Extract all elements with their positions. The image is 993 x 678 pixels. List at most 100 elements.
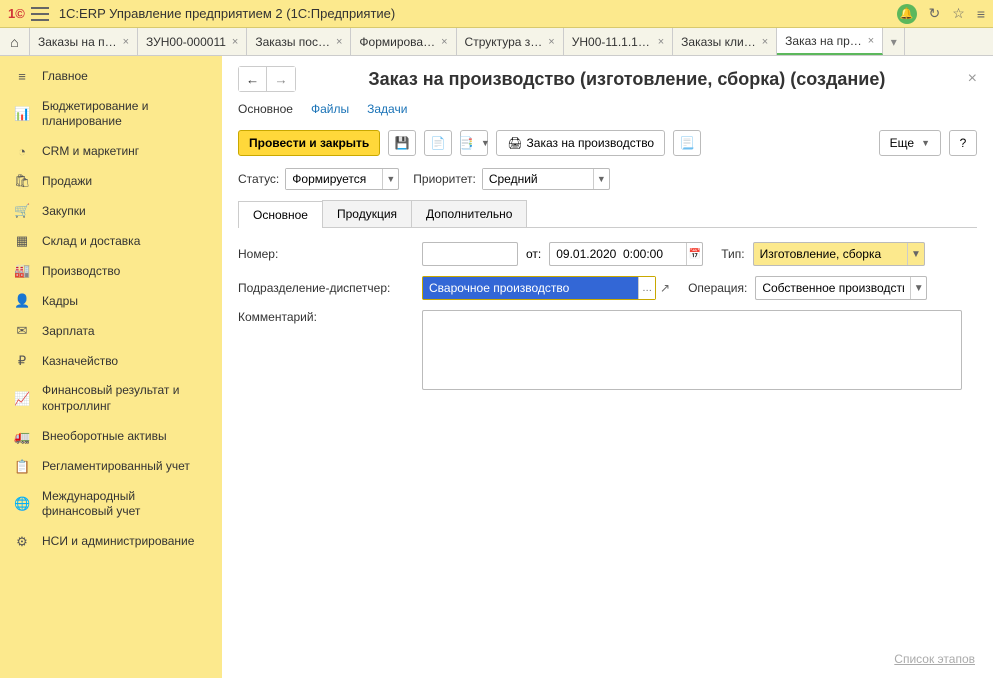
- calendar-icon[interactable]: 📅: [686, 243, 702, 265]
- number-label: Номер:: [238, 247, 422, 261]
- comment-textarea[interactable]: [422, 310, 962, 390]
- nav-arrows: ← →: [238, 66, 296, 92]
- treasury-icon: ₽: [14, 353, 30, 369]
- close-tab-icon[interactable]: ×: [441, 36, 447, 48]
- post-button[interactable]: 📄: [424, 130, 452, 156]
- operation-field[interactable]: ▼: [755, 276, 927, 300]
- purchases-icon: 🛒: [14, 203, 30, 219]
- settings-icon: ⚙: [14, 534, 30, 550]
- sidebar-item[interactable]: ▦Склад и доставка: [0, 226, 222, 256]
- unit-field[interactable]: …: [422, 276, 656, 300]
- home-tab[interactable]: ⌂: [0, 28, 30, 55]
- print-order-button[interactable]: 🖨 Заказ на производство: [496, 130, 665, 156]
- close-tab-icon[interactable]: ×: [658, 36, 664, 48]
- doc-tab-main[interactable]: Основное: [238, 201, 323, 228]
- nav-back-button[interactable]: ←: [239, 67, 267, 91]
- date-input[interactable]: [550, 243, 686, 265]
- status-input[interactable]: [286, 169, 382, 189]
- link-tasks[interactable]: Задачи: [367, 102, 407, 116]
- salary-icon: ✉: [14, 323, 30, 339]
- sidebar-item[interactable]: 📊Бюджетирование и планирование: [0, 92, 222, 137]
- chevron-down-icon[interactable]: ▼: [382, 169, 398, 189]
- tab[interactable]: ЗУН00-000011×: [138, 28, 247, 55]
- tab-active[interactable]: Заказ на пр…×: [777, 28, 883, 55]
- doc-tab-products[interactable]: Продукция: [322, 200, 412, 227]
- sidebar-item[interactable]: 👤Кадры: [0, 286, 222, 316]
- sidebar-item[interactable]: 🚛Внеоборотные активы: [0, 422, 222, 452]
- link-files[interactable]: Файлы: [311, 102, 349, 116]
- sidebar-item[interactable]: ₽Казначейство: [0, 346, 222, 376]
- sidebar-item[interactable]: 🌐Международный финансовый учет: [0, 482, 222, 527]
- type-input[interactable]: [754, 243, 908, 265]
- sidebar-item[interactable]: 🏭Производство: [0, 256, 222, 286]
- select-open-icon[interactable]: …: [638, 277, 655, 299]
- chevron-down-icon[interactable]: ▼: [910, 277, 926, 299]
- close-tab-icon[interactable]: ×: [548, 36, 554, 48]
- date-field[interactable]: 📅: [549, 242, 703, 266]
- more-button[interactable]: Еще▼: [879, 130, 941, 156]
- number-field[interactable]: [422, 242, 518, 266]
- crm-icon: ◔: [14, 144, 30, 159]
- chevron-down-icon[interactable]: ▼: [907, 243, 923, 265]
- page-links: Основное Файлы Задачи: [238, 102, 977, 116]
- save-button[interactable]: 💾: [388, 130, 416, 156]
- finance-icon: 📈: [14, 391, 30, 407]
- close-tab-icon[interactable]: ×: [336, 36, 342, 48]
- tab[interactable]: Заказы кли…×: [673, 28, 777, 55]
- sidebar-item[interactable]: 📋Регламентированный учет: [0, 452, 222, 482]
- create-by-button[interactable]: 📑▼: [460, 130, 488, 156]
- tab[interactable]: Структура з…×: [457, 28, 564, 55]
- tab[interactable]: Формирова…×: [351, 28, 456, 55]
- tab[interactable]: Заказы пос…×: [247, 28, 351, 55]
- status-select[interactable]: ▼: [285, 168, 399, 190]
- close-tab-icon[interactable]: ×: [123, 36, 129, 48]
- type-field[interactable]: ▼: [753, 242, 925, 266]
- sidebar-item[interactable]: 📈Финансовый результат и контроллинг: [0, 376, 222, 421]
- close-tab-icon[interactable]: ×: [868, 35, 874, 47]
- tab-dropdown[interactable]: ▾: [883, 28, 905, 55]
- unit-input[interactable]: [423, 277, 638, 299]
- create-copy-icon: 📑: [459, 136, 474, 150]
- type-label: Тип:: [721, 247, 744, 261]
- sidebar-item[interactable]: ✉Зарплата: [0, 316, 222, 346]
- page-title: Заказ на производство (изготовление, сбо…: [296, 69, 958, 90]
- options-icon[interactable]: ≡: [977, 6, 985, 22]
- nav-forward-button[interactable]: →: [267, 67, 295, 91]
- close-tab-icon[interactable]: ×: [232, 36, 238, 48]
- open-link-icon[interactable]: ↗: [660, 281, 670, 295]
- sidebar-item[interactable]: 🛍Продажи: [0, 166, 222, 196]
- link-main[interactable]: Основное: [238, 102, 293, 116]
- form-area: Номер: от: 📅 Тип: ▼ Подразделение-диспет…: [238, 228, 977, 414]
- production-icon: 🏭: [14, 263, 30, 279]
- history-icon[interactable]: ↻: [929, 5, 941, 22]
- sidebar-item[interactable]: ≡Главное: [0, 62, 222, 92]
- tab[interactable]: УН00-11.1.1,…×: [564, 28, 673, 55]
- hr-icon: 👤: [14, 293, 30, 309]
- stages-list-link[interactable]: Список этапов: [894, 652, 975, 666]
- priority-input[interactable]: [483, 169, 593, 189]
- notifications-bell-icon[interactable]: 🔔: [897, 4, 917, 24]
- close-tab-icon[interactable]: ×: [762, 36, 768, 48]
- budget-icon: 📊: [14, 106, 30, 122]
- toolbar: Провести и закрыть 💾 📄 📑▼ 🖨 Заказ на про…: [238, 130, 977, 156]
- ifrs-icon: 🌐: [14, 496, 30, 512]
- close-page-icon[interactable]: ×: [968, 70, 977, 88]
- sidebar-item[interactable]: 🛒Закупки: [0, 196, 222, 226]
- main-icon: ≡: [14, 69, 30, 84]
- chevron-down-icon: ▼: [481, 138, 490, 148]
- assets-icon: 🚛: [14, 429, 30, 445]
- favorite-star-icon[interactable]: ☆: [952, 5, 965, 22]
- doc-tab-extra[interactable]: Дополнительно: [411, 200, 527, 227]
- tab[interactable]: Заказы на п…×: [30, 28, 138, 55]
- hamburger-icon[interactable]: [31, 7, 49, 21]
- number-input[interactable]: [423, 243, 517, 265]
- chevron-down-icon[interactable]: ▼: [593, 169, 609, 189]
- sidebar: ≡Главное 📊Бюджетирование и планирование …: [0, 56, 222, 678]
- operation-input[interactable]: [756, 277, 910, 299]
- reports-button[interactable]: 📃: [673, 130, 701, 156]
- help-button[interactable]: ?: [949, 130, 977, 156]
- sidebar-item[interactable]: ⚙НСИ и администрирование: [0, 527, 222, 557]
- priority-select[interactable]: ▼: [482, 168, 610, 190]
- post-and-close-button[interactable]: Провести и закрыть: [238, 130, 380, 156]
- sidebar-item[interactable]: ◔CRM и маркетинг: [0, 137, 222, 167]
